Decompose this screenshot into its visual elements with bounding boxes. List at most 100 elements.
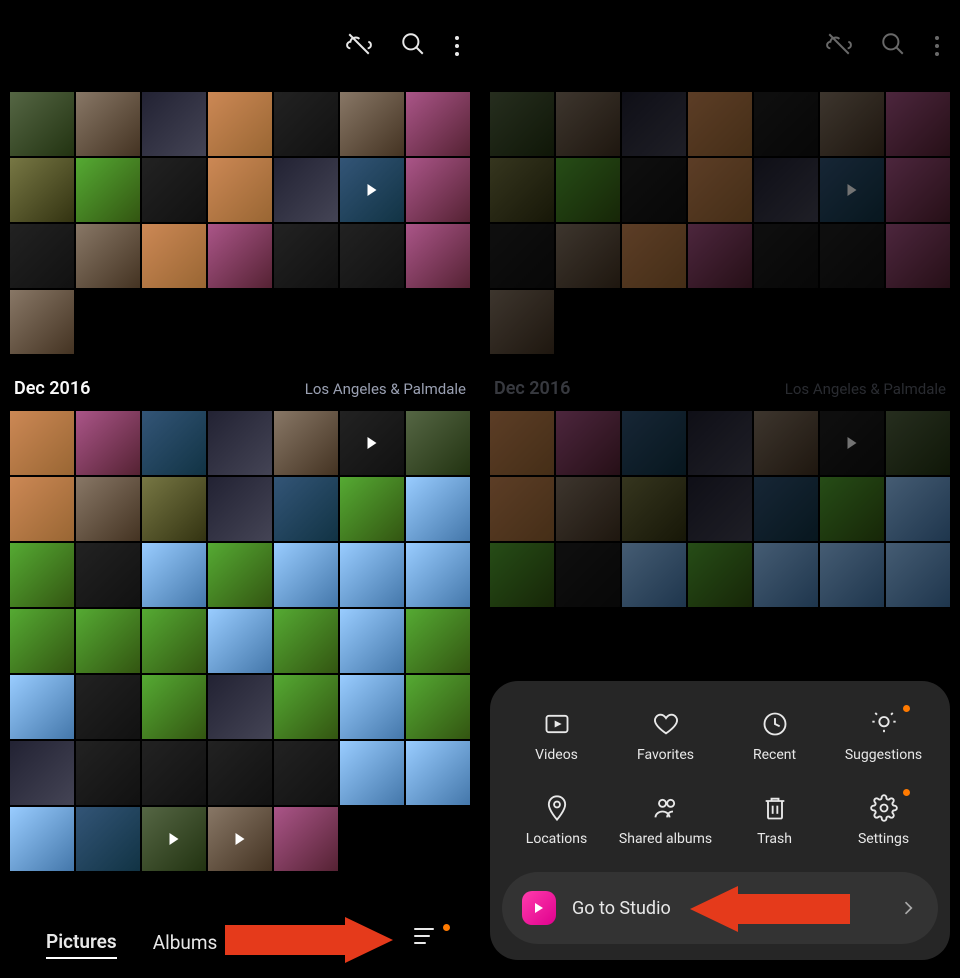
photo-thumbnail[interactable]: [142, 411, 206, 475]
photo-thumbnail[interactable]: [76, 807, 140, 871]
photo-thumbnail[interactable]: [142, 741, 206, 805]
video-thumbnail[interactable]: [340, 158, 404, 222]
tab-albums[interactable]: Albums: [153, 931, 218, 958]
photo-thumbnail[interactable]: [274, 224, 338, 288]
menu-item-label: Settings: [858, 831, 909, 849]
cloud-off-icon[interactable]: [346, 31, 372, 61]
menu-item-label: Favorites: [637, 747, 694, 765]
photo-thumbnail[interactable]: [340, 224, 404, 288]
photo-thumbnail[interactable]: [208, 543, 272, 607]
photo-thumbnail[interactable]: [76, 675, 140, 739]
photo-thumbnail[interactable]: [142, 477, 206, 541]
video-thumbnail[interactable]: [142, 807, 206, 871]
photo-thumbnail[interactable]: [208, 224, 272, 288]
studio-label: Go to Studio: [572, 898, 671, 919]
photo-thumbnail[interactable]: [10, 675, 74, 739]
photo-thumbnail[interactable]: [10, 224, 74, 288]
gear-icon: [869, 793, 899, 823]
photo-thumbnail[interactable]: [340, 477, 404, 541]
lightbulb-icon: [869, 709, 899, 739]
photo-thumbnail[interactable]: [10, 477, 74, 541]
photo-thumbnail[interactable]: [208, 411, 272, 475]
menu-item-shared-albums[interactable]: Shared albums: [611, 793, 720, 849]
photo-thumbnail[interactable]: [340, 609, 404, 673]
photo-thumbnail[interactable]: [76, 609, 140, 673]
photo-thumbnail[interactable]: [76, 543, 140, 607]
photo-thumbnail[interactable]: [76, 92, 140, 156]
photo-thumbnail[interactable]: [340, 543, 404, 607]
photo-thumbnail[interactable]: [406, 224, 470, 288]
search-icon[interactable]: [400, 31, 426, 61]
trash-icon: [760, 793, 790, 823]
tab-pictures[interactable]: Pictures: [46, 930, 117, 959]
menu-item-favorites[interactable]: Favorites: [611, 709, 720, 765]
photo-thumbnail[interactable]: [406, 543, 470, 607]
top-bar: [0, 0, 480, 92]
photo-thumbnail[interactable]: [208, 609, 272, 673]
photo-thumbnail[interactable]: [406, 609, 470, 673]
photo-thumbnail[interactable]: [274, 675, 338, 739]
photo-thumbnail[interactable]: [406, 741, 470, 805]
photo-thumbnail[interactable]: [10, 290, 74, 354]
photo-thumbnail[interactable]: [274, 477, 338, 541]
menu-item-locations[interactable]: Locations: [502, 793, 611, 849]
photo-thumbnail[interactable]: [274, 543, 338, 607]
photo-thumbnail[interactable]: [142, 92, 206, 156]
photo-thumbnail[interactable]: [10, 741, 74, 805]
menu-button[interactable]: [414, 928, 440, 944]
menu-item-recent[interactable]: Recent: [720, 709, 829, 765]
photo-thumbnail[interactable]: [10, 543, 74, 607]
go-to-studio-button[interactable]: Go to Studio: [502, 872, 938, 944]
photo-thumbnail[interactable]: [274, 158, 338, 222]
photo-thumbnail[interactable]: [406, 675, 470, 739]
menu-item-settings[interactable]: Settings: [829, 793, 938, 849]
photo-thumbnail[interactable]: [274, 411, 338, 475]
video-thumbnail[interactable]: [208, 807, 272, 871]
photo-thumbnail[interactable]: [76, 741, 140, 805]
photo-thumbnail[interactable]: [406, 92, 470, 156]
photo-thumbnail[interactable]: [208, 741, 272, 805]
photo-thumbnail[interactable]: [274, 609, 338, 673]
tab-stories[interactable]: Stories: [253, 931, 312, 958]
photo-thumbnail[interactable]: [406, 411, 470, 475]
photo-thumbnail[interactable]: [208, 92, 272, 156]
studio-icon: [522, 891, 556, 925]
photo-thumbnail[interactable]: [10, 92, 74, 156]
photo-thumbnail[interactable]: [10, 807, 74, 871]
photo-thumbnail[interactable]: [10, 158, 74, 222]
photo-thumbnail[interactable]: [208, 477, 272, 541]
menu-item-trash[interactable]: Trash: [720, 793, 829, 849]
shared-albums-icon: [651, 793, 681, 823]
photo-thumbnail[interactable]: [10, 609, 74, 673]
clock-icon: [760, 709, 790, 739]
menu-item-label: Suggestions: [845, 747, 922, 765]
photo-thumbnail[interactable]: [274, 741, 338, 805]
photo-thumbnail[interactable]: [208, 158, 272, 222]
photo-thumbnail[interactable]: [340, 741, 404, 805]
video-thumbnail[interactable]: [340, 411, 404, 475]
photo-thumbnail[interactable]: [142, 158, 206, 222]
photo-thumbnail[interactable]: [142, 609, 206, 673]
thumbnail-grid-lower: [0, 411, 480, 871]
menu-item-label: Recent: [753, 747, 796, 765]
menu-item-videos[interactable]: Videos: [502, 709, 611, 765]
more-icon[interactable]: [454, 36, 460, 56]
photo-thumbnail[interactable]: [10, 411, 74, 475]
menu-item-suggestions[interactable]: Suggestions: [829, 709, 938, 765]
heart-icon: [651, 709, 681, 739]
photo-thumbnail[interactable]: [142, 224, 206, 288]
photo-thumbnail[interactable]: [76, 158, 140, 222]
photo-thumbnail[interactable]: [406, 158, 470, 222]
photo-thumbnail[interactable]: [340, 92, 404, 156]
photo-thumbnail[interactable]: [76, 411, 140, 475]
photo-thumbnail[interactable]: [208, 675, 272, 739]
photo-thumbnail[interactable]: [340, 675, 404, 739]
photo-thumbnail[interactable]: [274, 92, 338, 156]
photo-thumbnail[interactable]: [142, 675, 206, 739]
photo-thumbnail[interactable]: [406, 477, 470, 541]
photo-thumbnail[interactable]: [76, 224, 140, 288]
photo-thumbnail[interactable]: [142, 543, 206, 607]
section-location: Los Angeles & Palmdale: [305, 380, 466, 398]
photo-thumbnail[interactable]: [76, 477, 140, 541]
photo-thumbnail[interactable]: [274, 807, 338, 871]
